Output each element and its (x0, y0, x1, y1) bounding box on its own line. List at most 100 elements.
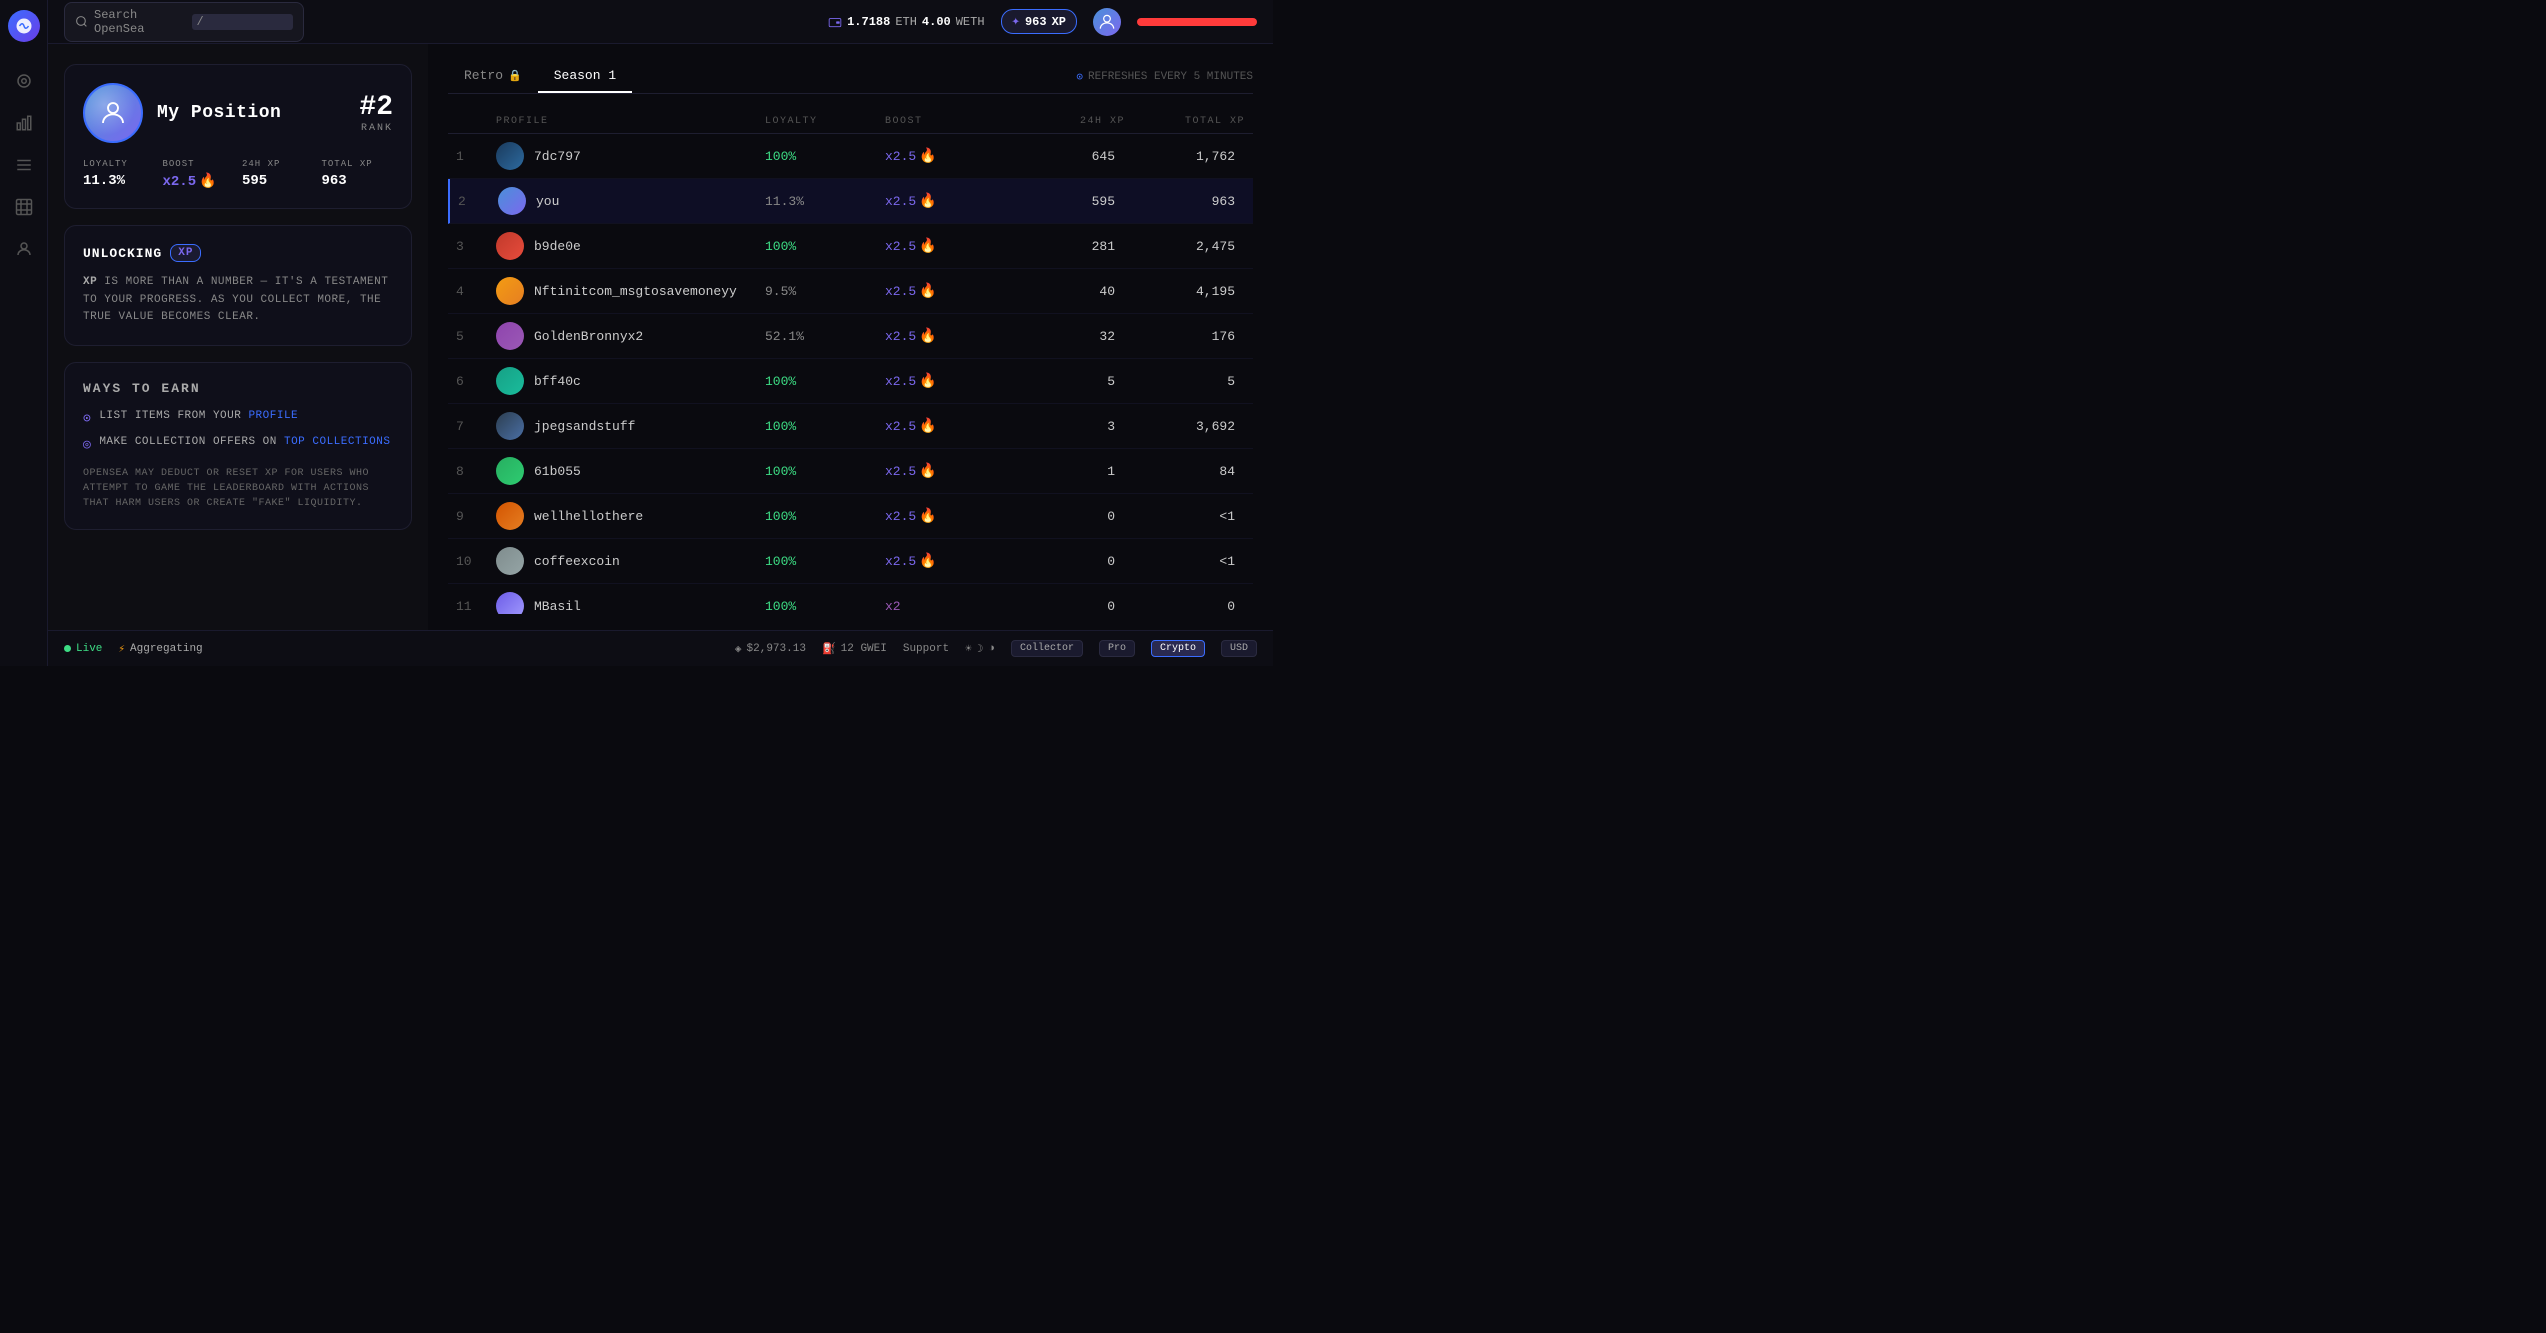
sidebar-item-profile[interactable] (13, 238, 35, 260)
table-row[interactable]: 2 you 11.3% x2.5 🔥 595 963 (448, 179, 1253, 224)
col-boost-header: BOOST (885, 116, 1005, 127)
table-row[interactable]: 4 Nftinitcom_msgtosavemoneyy 9.5% x2.5 🔥… (448, 269, 1253, 314)
boost-flame-icon: 🔥 (919, 418, 936, 435)
table-row[interactable]: 6 bff40c 100% x2.5 🔥 5 5 (448, 359, 1253, 404)
search-bar[interactable]: Search OpenSea / (64, 2, 304, 42)
row-total: <1 (1125, 509, 1245, 524)
earn-item-list: ⊙ LIST ITEMS FROM YOUR PROFILE (83, 410, 393, 426)
table-row[interactable]: 9 wellhellothere 100% x2.5 🔥 0 <1 (448, 494, 1253, 539)
table-row[interactable]: 1 7dc797 100% x2.5 🔥 645 1,762 (448, 134, 1253, 179)
boost-cell: x2.5 🔥 (885, 328, 1005, 345)
earn-item-collection: ◎ MAKE COLLECTION OFFERS ON TOP COLLECTI… (83, 436, 393, 452)
row-loyalty: 100% (765, 149, 885, 164)
boost-flame-icon: 🔥 (919, 193, 936, 210)
row-name: you (536, 194, 559, 209)
row-name: wellhellothere (534, 509, 643, 524)
rank-number: #2 (359, 92, 393, 123)
eth-stat: 1.7188 ETH 4.00 WETH (828, 15, 984, 29)
table-row[interactable]: 3 b9de0e 100% x2.5 🔥 281 2,475 (448, 224, 1253, 269)
row-xp24h: 0 (1005, 509, 1125, 524)
col-profile-header: PROFILE (496, 116, 765, 127)
total-xp-value: 963 (322, 173, 347, 189)
col-xp24h-header: 24H XP (1005, 116, 1125, 127)
table-row[interactable]: 5 GoldenBronnyx2 52.1% x2.5 🔥 32 176 (448, 314, 1253, 359)
pro-btn[interactable]: Pro (1099, 640, 1135, 657)
flame-icon: 🔥 (199, 173, 216, 190)
footer-live: Live (64, 643, 102, 655)
xp24h-label: 24H XP (242, 159, 314, 169)
boost-cell: x2.5 🔥 (885, 373, 1005, 390)
row-profile: Nftinitcom_msgtosavemoneyy (496, 277, 765, 305)
theme-toggle: ☀ ☽ ◑ (965, 642, 995, 656)
row-profile: coffeexcoin (496, 547, 765, 575)
unlocking-heading: UNLOCKING XP (83, 244, 393, 262)
boost-value: x2.5 🔥 (163, 173, 235, 190)
boost-cell: x2 (885, 599, 1005, 614)
row-xp24h: 40 (1005, 284, 1125, 299)
boost-label: BOOST (163, 159, 235, 169)
row-rank: 10 (456, 554, 496, 569)
header-right: 1.7188 ETH 4.00 WETH ✦ 963 XP (828, 8, 1257, 36)
crypto-btn[interactable]: Crypto (1151, 640, 1205, 657)
table-row[interactable]: 10 coffeexcoin 100% x2.5 🔥 0 <1 (448, 539, 1253, 584)
sidebar-item-explore[interactable] (13, 70, 35, 92)
user-avatar-large (83, 83, 143, 143)
aggregating-label: Aggregating (130, 643, 203, 655)
tab-season1-label: Season 1 (554, 68, 616, 83)
tab-season1[interactable]: Season 1 (538, 60, 632, 93)
tab-retro[interactable]: Retro 🔒 (448, 60, 538, 93)
row-name: b9de0e (534, 239, 581, 254)
sidebar-item-leaderboard[interactable] (13, 196, 35, 218)
usd-btn[interactable]: USD (1221, 640, 1257, 657)
row-rank: 1 (456, 149, 496, 164)
row-loyalty: 100% (765, 419, 885, 434)
row-avatar (496, 457, 524, 485)
profile-link[interactable]: PROFILE (248, 410, 298, 422)
profile-title: My Position (157, 103, 345, 123)
sidebar-item-activity[interactable] (13, 154, 35, 176)
table-row[interactable]: 7 jpegsandstuff 100% x2.5 🔥 3 3,692 (448, 404, 1253, 449)
tab-retro-label: Retro (464, 68, 503, 83)
tabs-row: Retro 🔒 Season 1 ⊙ REFRESHES EVERY 5 MIN… (448, 60, 1253, 94)
row-rank: 9 (456, 509, 496, 524)
profile-rank: #2 RANK (359, 92, 393, 134)
boost-cell: x2.5 🔥 (885, 283, 1005, 300)
row-name: coffeexcoin (534, 554, 620, 569)
ways-to-earn-heading: WAYS TO EARN (83, 381, 393, 396)
row-avatar (496, 232, 524, 260)
table-row[interactable]: 11 MBasil 100% x2 0 0 (448, 584, 1253, 614)
user-avatar[interactable] (1093, 8, 1121, 36)
row-rank: 3 (456, 239, 496, 254)
contrast-icon[interactable]: ◑ (988, 643, 995, 655)
profile-heading: My Position (157, 103, 345, 123)
sun-icon[interactable]: ☀ (965, 642, 972, 656)
col-total-header: TOTAL XP (1125, 116, 1245, 127)
row-avatar (496, 142, 524, 170)
moon-icon[interactable]: ☽ (977, 642, 984, 656)
loyalty-label: LOYALTY (83, 159, 155, 169)
clock-icon: ⊙ (1076, 70, 1083, 84)
top-collections-link[interactable]: TOP COLLECTIONS (284, 436, 391, 448)
earn-collection-text: MAKE COLLECTION OFFERS ON TOP COLLECTION… (99, 436, 390, 448)
sidebar-item-stats[interactable] (13, 112, 35, 134)
table-row[interactable]: 8 61b055 100% x2.5 🔥 1 84 (448, 449, 1253, 494)
row-total: <1 (1125, 554, 1245, 569)
row-profile: b9de0e (496, 232, 765, 260)
sidebar-logo[interactable] (8, 10, 40, 42)
row-rank: 6 (456, 374, 496, 389)
collector-btn[interactable]: Collector (1011, 640, 1083, 657)
warning-text: OPENSEA MAY DEDUCT OR RESET XP FOR USERS… (83, 466, 393, 511)
live-dot (64, 645, 71, 652)
row-profile: MBasil (496, 592, 765, 614)
support-item[interactable]: Support (903, 643, 949, 655)
row-name: bff40c (534, 374, 581, 389)
weth-value: 4.00 (922, 15, 951, 29)
collection-icon: ◎ (83, 437, 91, 452)
boost-cell: x2.5 🔥 (885, 193, 1005, 210)
row-rank: 5 (456, 329, 496, 344)
xp24h-value: 595 (242, 173, 267, 189)
footer-aggregating: ⚡ Aggregating (118, 642, 202, 656)
row-loyalty: 100% (765, 239, 885, 254)
row-loyalty: 100% (765, 554, 885, 569)
row-avatar (496, 502, 524, 530)
